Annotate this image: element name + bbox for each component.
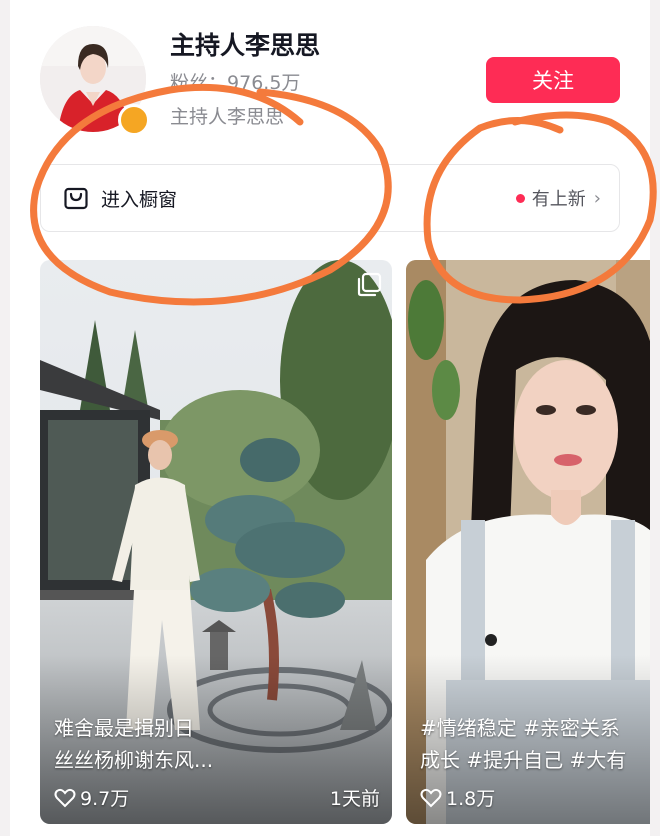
post-caption-1-line2: 丝丝杨柳谢东风... <box>54 748 214 772</box>
fans-count: 粉丝：976.5万 <box>170 68 300 95</box>
profile-alias: 主持人李思思 <box>170 106 285 128</box>
post-caption-2: #情绪稳定 #亲密关系 成长 #提升自己 #大有 <box>420 712 650 776</box>
shop-window-entry[interactable]: 进入橱窗 有上新 › <box>40 164 620 232</box>
chevron-right-icon: › <box>593 187 601 209</box>
post-likes-2-count: 1.8万 <box>446 788 496 810</box>
shopping-bag-icon <box>64 187 88 210</box>
live-badge-icon <box>118 104 150 136</box>
fans-label: 粉丝： <box>170 72 228 94</box>
new-arrivals-label: 有上新 <box>531 189 586 210</box>
post-likes-1: 9.7万 <box>54 784 129 811</box>
shop-window-label: 进入橱窗 <box>101 188 178 211</box>
post-caption-2-line2: 成长 #提升自己 #大有 <box>420 748 627 772</box>
post-likes-1-count: 9.7万 <box>80 788 130 810</box>
post-card-2[interactable]: #情绪稳定 #亲密关系 成长 #提升自己 #大有 1.8万 <box>406 260 650 824</box>
post-time-1: 1天前 <box>329 788 380 810</box>
heart-icon <box>54 788 76 807</box>
multi-image-icon <box>357 272 382 297</box>
heart-icon <box>420 788 442 807</box>
post-caption-2-line1: #情绪稳定 #亲密关系 <box>420 716 620 740</box>
follow-button[interactable]: 关注 <box>486 57 620 103</box>
post-likes-2: 1.8万 <box>420 784 495 811</box>
profile-page: 主持人李思思 粉丝：976.5万 主持人李思思 关注 进入橱窗 有上新 › 难舍… <box>10 0 650 836</box>
post-caption-1-line1: 难舍最是揖别日 <box>54 716 194 740</box>
post-card-1[interactable]: 难舍最是揖别日 丝丝杨柳谢东风... 9.7万 1天前 <box>40 260 392 824</box>
new-dot-icon <box>515 193 525 203</box>
fans-value: 976.5万 <box>227 72 301 94</box>
profile-name: 主持人李思思 <box>170 31 321 60</box>
post-caption-1: 难舍最是揖别日 丝丝杨柳谢东风... <box>54 712 392 776</box>
new-arrivals-indicator[interactable]: 有上新 › <box>515 185 601 211</box>
